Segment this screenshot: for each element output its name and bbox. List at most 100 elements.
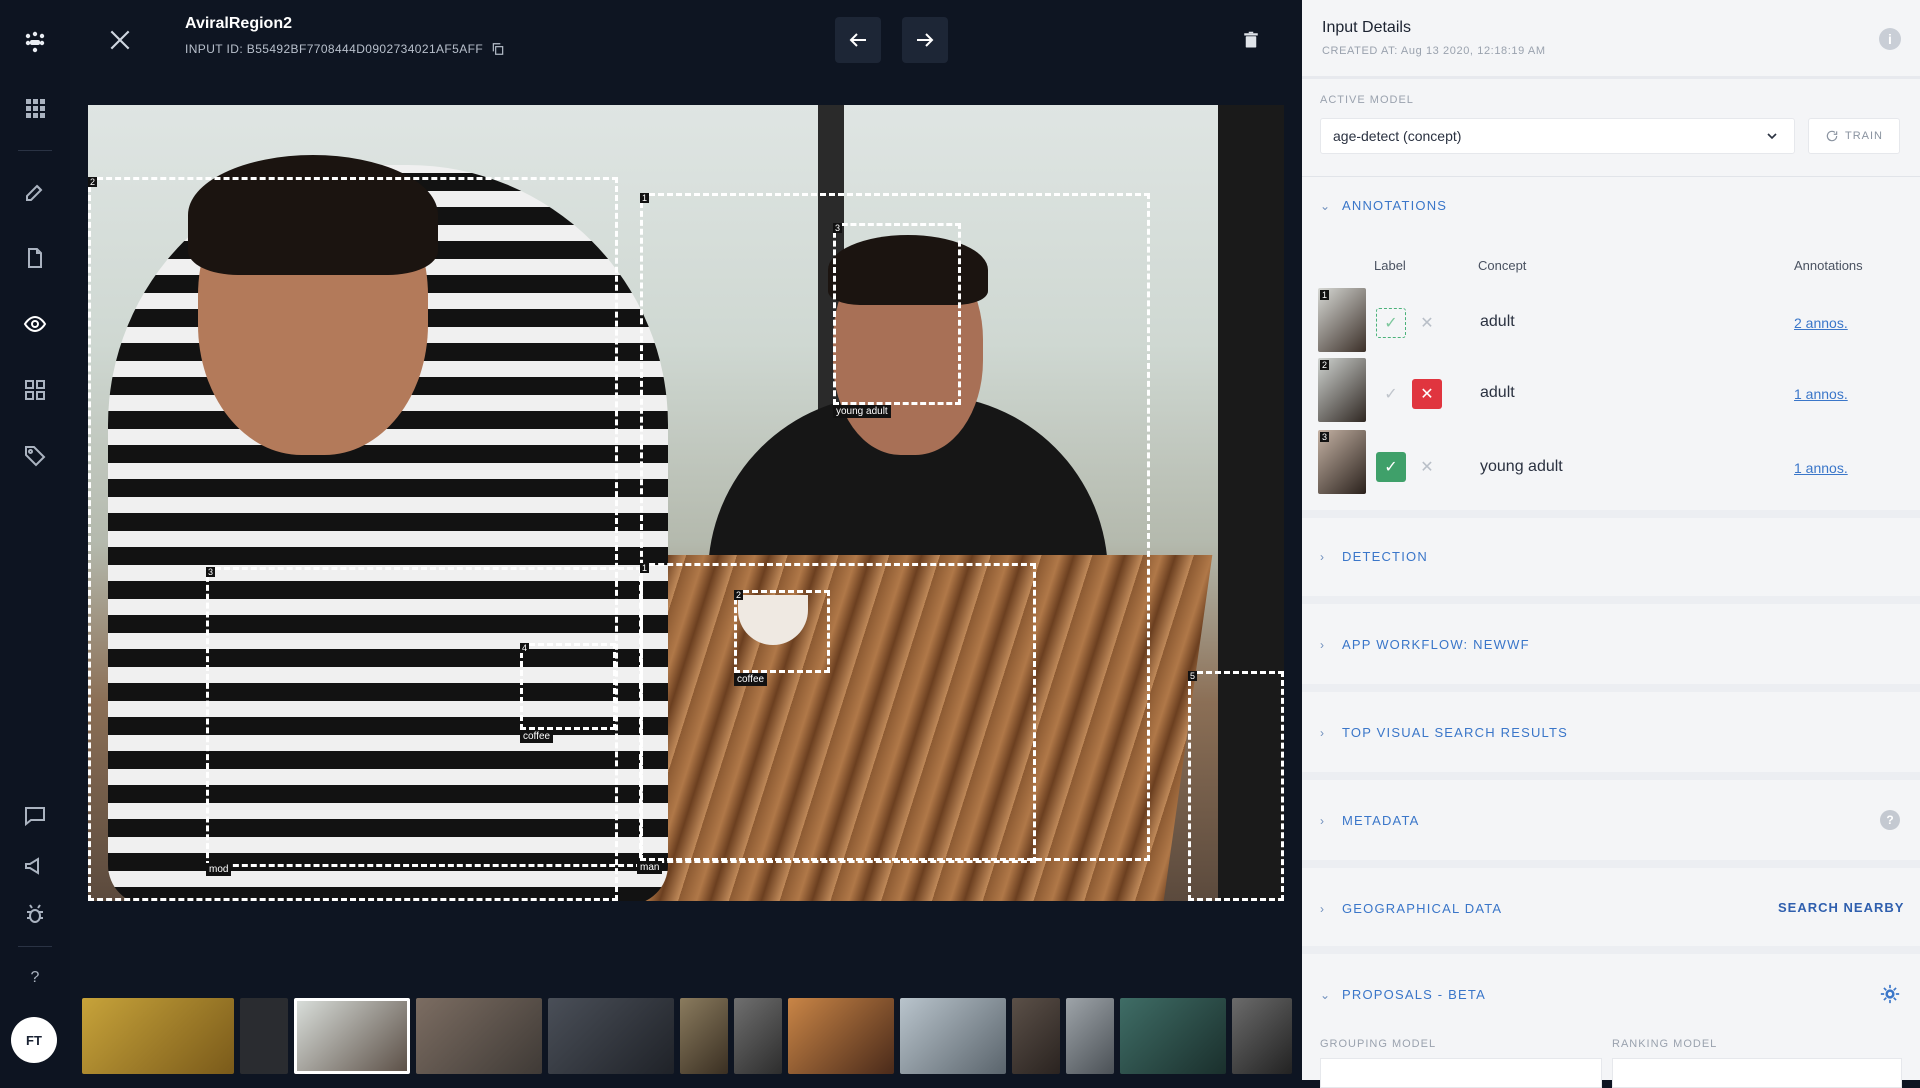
input-image[interactable]: 2 1 3 young adult 3 mod 4 coffee 2 coffe… — [88, 105, 1284, 901]
divider — [1302, 510, 1920, 518]
eye-icon[interactable] — [17, 306, 53, 342]
ranking-model-select[interactable] — [1612, 1058, 1902, 1088]
detection-section-header[interactable]: › DETECTION — [1320, 549, 1428, 564]
copy-icon[interactable] — [491, 42, 505, 56]
close-button[interactable] — [100, 20, 140, 60]
bounding-box[interactable]: 1 man — [637, 563, 1036, 874]
annotations-header-label: ANNOTATIONS — [1342, 198, 1448, 213]
divider — [1302, 946, 1920, 954]
thumbnail[interactable] — [1066, 998, 1114, 1074]
annotations-link[interactable]: 1 annos. — [1794, 460, 1848, 476]
annotation-thumbnail[interactable]: 3 — [1318, 430, 1366, 494]
train-button[interactable]: TRAIN — [1808, 118, 1900, 154]
row-number: 3 — [1320, 432, 1330, 442]
previous-button[interactable] — [835, 17, 881, 63]
left-nav-rail: ? FT — [0, 0, 70, 1080]
geo-label: GEOGRAPHICAL DATA — [1342, 901, 1503, 916]
divider — [1302, 596, 1920, 604]
thumbnail-video[interactable] — [416, 998, 542, 1074]
chevron-right-icon: › — [1320, 549, 1326, 564]
visual-search-label: TOP VISUAL SEARCH RESULTS — [1342, 725, 1569, 740]
approve-button[interactable]: ✓ — [1376, 308, 1406, 338]
edit-icon[interactable] — [17, 174, 53, 210]
apps-icon[interactable] — [17, 372, 53, 408]
created-at: CREATED AT: Aug 13 2020, 12:18:19 AM — [1322, 45, 1546, 57]
grouping-model-select[interactable] — [1320, 1058, 1602, 1088]
rail-divider — [18, 150, 52, 151]
column-label: Label — [1374, 258, 1406, 273]
thumbnail[interactable] — [900, 998, 1006, 1074]
box-label: young adult — [833, 405, 891, 418]
bounding-box[interactable]: 3 young adult — [833, 223, 961, 418]
reject-button[interactable]: ✕ — [1412, 308, 1442, 338]
thumbnail[interactable] — [240, 998, 288, 1074]
visual-search-section-header[interactable]: › TOP VISUAL SEARCH RESULTS — [1320, 725, 1568, 740]
detection-label: DETECTION — [1342, 549, 1428, 564]
annotations-section-header[interactable]: ⌄ ANNOTATIONS — [1320, 198, 1447, 213]
box-number: 5 — [1188, 671, 1198, 681]
bounding-box[interactable]: 4 coffee — [520, 643, 616, 743]
thumbnail-video[interactable] — [548, 998, 674, 1074]
tag-icon[interactable] — [17, 438, 53, 474]
viewer-toolbar: AviralRegion2 INPUT ID: B55492BF7708444D… — [70, 0, 1302, 78]
thumbnail[interactable] — [680, 998, 728, 1074]
input-id-text: INPUT ID: B55492BF7708444D0902734021AF5A… — [185, 42, 484, 56]
trash-icon — [1244, 31, 1258, 48]
geo-section-header[interactable]: › GEOGRAPHICAL DATA — [1320, 901, 1502, 916]
info-icon[interactable]: i — [1879, 28, 1901, 50]
active-model-select[interactable]: age-detect (concept) — [1320, 118, 1795, 154]
approve-button-active[interactable]: ✓ — [1376, 452, 1406, 482]
metadata-label: METADATA — [1342, 813, 1420, 828]
annotation-thumbnail[interactable]: 1 — [1318, 288, 1366, 352]
train-label: TRAIN — [1845, 130, 1883, 142]
reject-button-active[interactable]: ✕ — [1412, 379, 1442, 409]
image-viewer: AviralRegion2 INPUT ID: B55492BF7708444D… — [70, 0, 1302, 1080]
document-icon[interactable] — [17, 240, 53, 276]
bounding-box[interactable]: 5 — [1188, 671, 1284, 901]
chevron-down-icon: ⌄ — [1320, 987, 1332, 1002]
chevron-right-icon: › — [1320, 637, 1326, 652]
search-nearby-button[interactable]: SEARCH NEARBY — [1778, 900, 1904, 915]
thumbnail[interactable] — [788, 998, 894, 1074]
reject-button[interactable]: ✕ — [1412, 452, 1442, 482]
logo-icon[interactable] — [17, 24, 53, 60]
grouping-model-label: GROUPING MODEL — [1320, 1038, 1437, 1050]
box-number: 3 — [833, 223, 843, 233]
megaphone-icon[interactable] — [17, 848, 53, 884]
active-model-value: age-detect (concept) — [1333, 128, 1462, 144]
annotations-link[interactable]: 1 annos. — [1794, 386, 1848, 402]
thumbnail[interactable] — [1232, 998, 1292, 1074]
approve-button[interactable]: ✓ — [1376, 379, 1406, 409]
annotation-thumbnail[interactable]: 2 — [1318, 358, 1366, 422]
thumbnail[interactable] — [734, 998, 782, 1074]
thumbnail[interactable] — [82, 998, 234, 1074]
divider — [1302, 684, 1920, 692]
rail-divider-bottom — [18, 946, 52, 947]
help-icon[interactable]: ? — [17, 960, 53, 996]
next-button[interactable] — [902, 17, 948, 63]
divider — [1302, 860, 1920, 868]
divider — [1302, 176, 1920, 177]
divider — [1302, 76, 1920, 79]
concept-name: adult — [1480, 384, 1515, 401]
divider — [1302, 772, 1920, 780]
help-icon[interactable]: ? — [1880, 810, 1900, 830]
workflow-section-header[interactable]: › APP WORKFLOW: NEWWF — [1320, 637, 1530, 652]
gear-icon[interactable] — [1880, 984, 1900, 1004]
chevron-right-icon: › — [1320, 813, 1326, 828]
chat-icon[interactable] — [17, 798, 53, 834]
thumbnail-active[interactable] — [294, 998, 410, 1074]
column-concept: Concept — [1478, 258, 1527, 273]
thumbnail[interactable] — [1012, 998, 1060, 1074]
thumbnail[interactable] — [1120, 998, 1226, 1074]
bug-icon[interactable] — [17, 896, 53, 932]
metadata-section-header[interactable]: › METADATA — [1320, 813, 1420, 828]
box-label: mod — [206, 863, 232, 876]
ranking-model-label: RANKING MODEL — [1612, 1038, 1718, 1050]
proposals-section-header[interactable]: ⌄ PROPOSALS - BETA — [1320, 987, 1486, 1002]
user-avatar[interactable]: FT — [11, 1017, 57, 1063]
workflow-label: APP WORKFLOW: NEWWF — [1342, 637, 1530, 652]
annotations-link[interactable]: 2 annos. — [1794, 315, 1848, 331]
grid-icon[interactable] — [17, 90, 53, 126]
delete-button[interactable] — [1228, 17, 1274, 63]
